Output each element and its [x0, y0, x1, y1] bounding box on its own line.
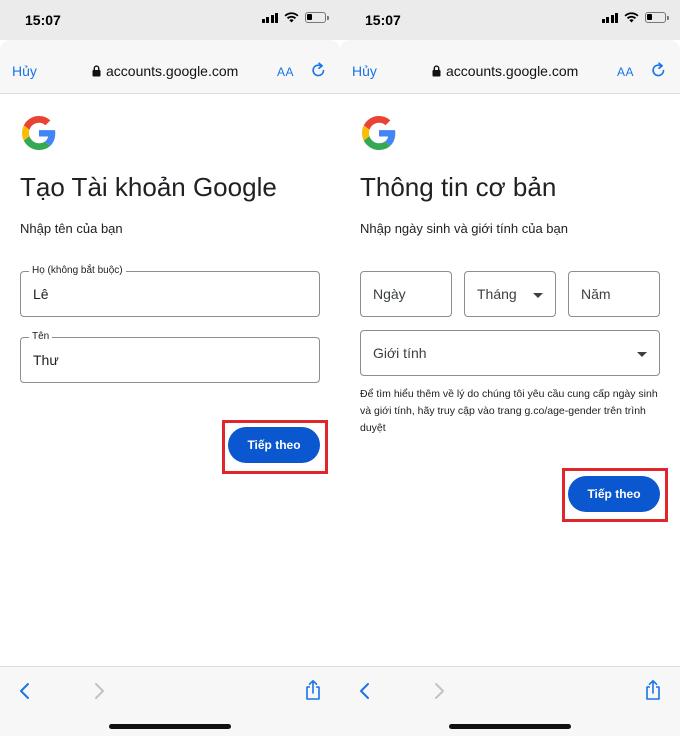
first-name-field[interactable]: Tên Thư: [20, 331, 320, 383]
reload-icon[interactable]: [311, 62, 326, 78]
page-subtitle: Nhập tên của bạn: [20, 221, 123, 236]
day-field[interactable]: Ngày: [360, 271, 452, 317]
status-bar: 15:07: [0, 0, 340, 40]
next-button[interactable]: Tiếp theo: [568, 476, 660, 512]
last-name-label: Họ (không bắt buộc): [29, 265, 126, 276]
google-logo-icon: [22, 116, 56, 150]
wifi-icon: [284, 12, 299, 23]
lock-icon: [432, 65, 441, 77]
text-size-button[interactable]: AA: [277, 65, 294, 79]
signal-icon: [601, 12, 618, 23]
lock-icon: [92, 65, 101, 77]
battery-icon: [645, 12, 669, 23]
cancel-button[interactable]: Hủy: [352, 63, 377, 79]
url-display[interactable]: accounts.google.com: [92, 63, 238, 79]
last-name-value: Lê: [33, 286, 49, 302]
page-title: Tạo Tài khoản Google: [20, 172, 277, 202]
month-placeholder: Tháng: [477, 286, 517, 302]
gender-select[interactable]: Giới tính: [360, 330, 660, 376]
status-bar: 15:07: [340, 0, 680, 40]
url-host: accounts.google.com: [446, 63, 579, 79]
status-time: 15:07: [365, 12, 401, 28]
phone-screen-create-account: 15:07 Hủy accounts.google.com AA Tạo Tài…: [0, 0, 340, 736]
chevron-down-icon: [533, 293, 543, 298]
first-name-label: Tên: [29, 331, 53, 342]
month-select[interactable]: Tháng: [464, 271, 556, 317]
signal-icon: [261, 12, 278, 23]
chevron-down-icon: [637, 352, 647, 357]
back-icon[interactable]: [18, 682, 32, 700]
google-logo-icon: [362, 116, 396, 150]
page-title: Thông tin cơ bản: [360, 172, 557, 202]
battery-icon: [305, 12, 329, 23]
status-time: 15:07: [25, 12, 61, 28]
share-icon[interactable]: [304, 679, 322, 701]
info-note: Để tìm hiểu thêm về lý do chúng tôi yêu …: [360, 388, 658, 434]
text-size-button[interactable]: AA: [617, 65, 634, 79]
browser-address-bar: Hủy accounts.google.com AA: [340, 40, 680, 94]
next-button[interactable]: Tiếp theo: [228, 427, 320, 463]
year-placeholder: Năm: [581, 286, 611, 302]
forward-icon[interactable]: [92, 682, 106, 700]
year-field[interactable]: Năm: [568, 271, 660, 317]
page-content: Tạo Tài khoản Google Nhập tên của bạn Họ…: [0, 94, 340, 666]
first-name-value: Thư: [33, 352, 59, 368]
browser-address-bar: Hủy accounts.google.com AA: [0, 40, 340, 94]
status-icons: [601, 12, 669, 23]
home-indicator: [449, 724, 571, 729]
url-host: accounts.google.com: [106, 63, 239, 79]
url-display[interactable]: accounts.google.com: [432, 63, 578, 79]
forward-icon[interactable]: [432, 682, 446, 700]
home-indicator: [109, 724, 231, 729]
share-icon[interactable]: [644, 679, 662, 701]
reload-icon[interactable]: [651, 62, 666, 78]
status-icons: [261, 12, 329, 23]
day-placeholder: Ngày: [373, 286, 406, 302]
wifi-icon: [624, 12, 639, 23]
back-icon[interactable]: [358, 682, 372, 700]
page-subtitle: Nhập ngày sinh và giới tính của bạn: [360, 221, 568, 236]
gender-placeholder: Giới tính: [373, 345, 427, 361]
phone-screen-basic-info: 15:07 Hủy accounts.google.com AA Thông t…: [340, 0, 680, 736]
page-content: Thông tin cơ bản Nhập ngày sinh và giới …: [340, 94, 680, 666]
last-name-field[interactable]: Họ (không bắt buộc) Lê: [20, 265, 320, 317]
cancel-button[interactable]: Hủy: [12, 63, 37, 79]
